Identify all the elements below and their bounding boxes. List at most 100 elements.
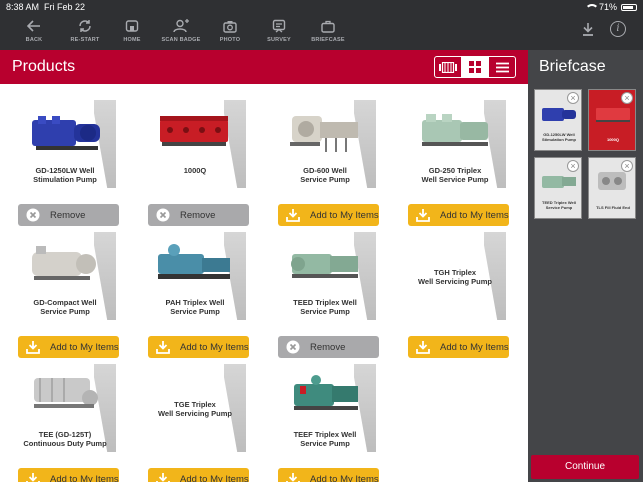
product-name: TEED Triplex Well Service Pump (293, 298, 357, 316)
toolbar-label: PHOTO (219, 37, 241, 43)
product-card[interactable]: TGH Triplex Well Servicing Pump Add to My… (390, 232, 520, 358)
add-to-my-items-button[interactable]: Add to My Items (148, 468, 249, 482)
list-view-icon (495, 62, 509, 72)
view-mode-toggle (434, 56, 516, 78)
remove-item-icon[interactable]: × (567, 92, 579, 104)
toolbar-label: RE-START (70, 37, 100, 43)
product-card[interactable]: GD-1250LW Well Stimulation Pump Remove (0, 100, 130, 226)
download-icon[interactable] (582, 22, 594, 41)
add-to-my-items-button[interactable]: Add to My Items (278, 468, 379, 482)
toolbar-scan-badge-button[interactable]: SCAN BADGE (159, 18, 203, 43)
toolbar-home-button[interactable]: HOME (110, 18, 154, 43)
remove-item-icon[interactable]: × (621, 92, 633, 104)
pump-image (422, 114, 488, 146)
toolbar-briefcase-button[interactable]: BRIEFCASE (306, 18, 350, 43)
button-label: Remove (180, 209, 216, 221)
button-label: Add to My Items (50, 473, 119, 482)
product-name: GD-250 Triplex Well Service Pump (421, 166, 489, 184)
product-card[interactable]: GD-Compact Well Service Pump Add to My It… (0, 232, 130, 358)
toolbar-photo-button[interactable]: PHOTO (208, 18, 252, 43)
remove-button[interactable]: Remove (18, 204, 119, 226)
pump-image (32, 116, 100, 150)
product-name: TGH Triplex Well Servicing Pump (417, 268, 493, 286)
continue-button[interactable]: Continue (531, 455, 639, 479)
grid-view-button[interactable] (462, 57, 489, 77)
restart-icon (63, 18, 107, 34)
product-card[interactable]: TGE Triplex Well Servicing Pump Add to My… (130, 364, 260, 482)
pump-image (291, 254, 358, 278)
add-to-my-items-button[interactable]: Add to My Items (278, 204, 379, 226)
toolbar-label: SCAN BADGE (161, 37, 201, 43)
product-name: TGE Triplex Well Servicing Pump (157, 400, 233, 418)
button-label: Add to My Items (50, 341, 119, 353)
add-to-my-items-button[interactable]: Add to My Items (408, 204, 509, 226)
toolbar-restart-button[interactable]: RE-START (63, 18, 107, 43)
briefcase-item[interactable]: TEED Triplex Well Service Pump × (534, 157, 582, 219)
add-to-my-items-button[interactable]: Add to My Items (18, 336, 119, 358)
download-tray-icon (22, 472, 44, 482)
button-label: Add to My Items (310, 209, 379, 221)
product-name: 1000Q (183, 166, 207, 175)
carousel-view-button[interactable] (435, 57, 462, 77)
status-indicators: 71% (584, 2, 637, 12)
product-card[interactable]: TEED Triplex Well Service Pump Remove (260, 232, 390, 358)
pump-image (598, 172, 626, 190)
pump-image (158, 244, 230, 279)
back-arrow-icon (12, 18, 56, 34)
add-to-my-items-button[interactable]: Add to My Items (18, 468, 119, 482)
toolbar-label: SURVEY (267, 37, 291, 43)
camera-icon (208, 18, 252, 34)
toolbar-label: HOME (123, 37, 141, 43)
download-tray-icon (152, 472, 174, 482)
product-card[interactable]: TEE (GD-125T) Continuous Duty Pump Add to… (0, 364, 130, 482)
download-tray-icon (22, 340, 44, 354)
toolbar-back-button[interactable]: BACK (12, 18, 56, 43)
briefcase-item-caption: TEED Triplex Well Service Pump (542, 200, 576, 210)
product-card[interactable]: GD-250 Triplex Well Service Pump Add to M… (390, 100, 520, 226)
toolbar-survey-button[interactable]: SURVEY (257, 18, 301, 43)
remove-button[interactable]: Remove (148, 204, 249, 226)
product-card[interactable]: 1000Q Remove (130, 100, 260, 226)
add-to-my-items-button[interactable]: Add to My Items (148, 336, 249, 358)
product-name: PAH Triplex Well Service Pump (165, 298, 225, 316)
product-name: GD-1250LW Well Stimulation Pump (33, 166, 97, 184)
battery-percent: 71% (598, 2, 617, 12)
toolbar-label: BACK (25, 37, 43, 43)
remove-item-icon[interactable]: × (621, 160, 633, 172)
download-tray-icon (282, 472, 304, 482)
product-name: GD-Compact Well Service Pump (33, 298, 97, 316)
briefcase-title: Briefcase (539, 58, 606, 75)
briefcase-item[interactable]: TLS Fill Fluid End × (588, 157, 636, 219)
wifi-icon (584, 3, 599, 11)
download-tray-icon (152, 340, 174, 354)
briefcase-item[interactable]: GD-1250LW Well Stimulation Pump × (534, 89, 582, 151)
download-tray-icon (412, 340, 434, 354)
scan-badge-icon (159, 18, 203, 34)
home-icon (110, 18, 154, 34)
button-label: Add to My Items (180, 341, 249, 353)
pump-image (32, 246, 96, 280)
list-view-button[interactable] (489, 57, 515, 77)
button-label: Remove (310, 341, 346, 353)
status-time: 8:38 AM Fri Feb 22 (6, 2, 85, 12)
pump-image (290, 116, 358, 152)
download-tray-icon (412, 208, 434, 222)
product-card[interactable]: GD-600 Well Service Pump Add to My Items (260, 100, 390, 226)
pump-image (542, 108, 576, 121)
remove-item-icon[interactable]: × (567, 160, 579, 172)
add-to-my-items-button[interactable]: Add to My Items (408, 336, 509, 358)
remove-x-icon (152, 208, 174, 222)
remove-x-icon (282, 340, 304, 354)
info-icon[interactable]: i (610, 21, 626, 37)
briefcase-panel: Briefcase GD-1250LW Well Stimulation Pump… (528, 50, 643, 482)
briefcase-item[interactable]: 1000Q × (588, 89, 636, 151)
remove-button[interactable]: Remove (278, 336, 379, 358)
product-card[interactable]: PAH Triplex Well Service Pump Add to My I… (130, 232, 260, 358)
briefcase-item-caption: TLS Fill Fluid End (596, 205, 630, 210)
briefcase-item-caption: GD-1250LW Well Stimulation Pump (542, 132, 576, 142)
product-card[interactable]: TEEF Triplex Well Service Pump Add to My … (260, 364, 390, 482)
product-name: TEE (GD-125T) Continuous Duty Pump (23, 430, 107, 448)
button-label: Add to My Items (440, 209, 509, 221)
grid-view-icon (469, 61, 481, 73)
remove-x-icon (22, 208, 44, 222)
